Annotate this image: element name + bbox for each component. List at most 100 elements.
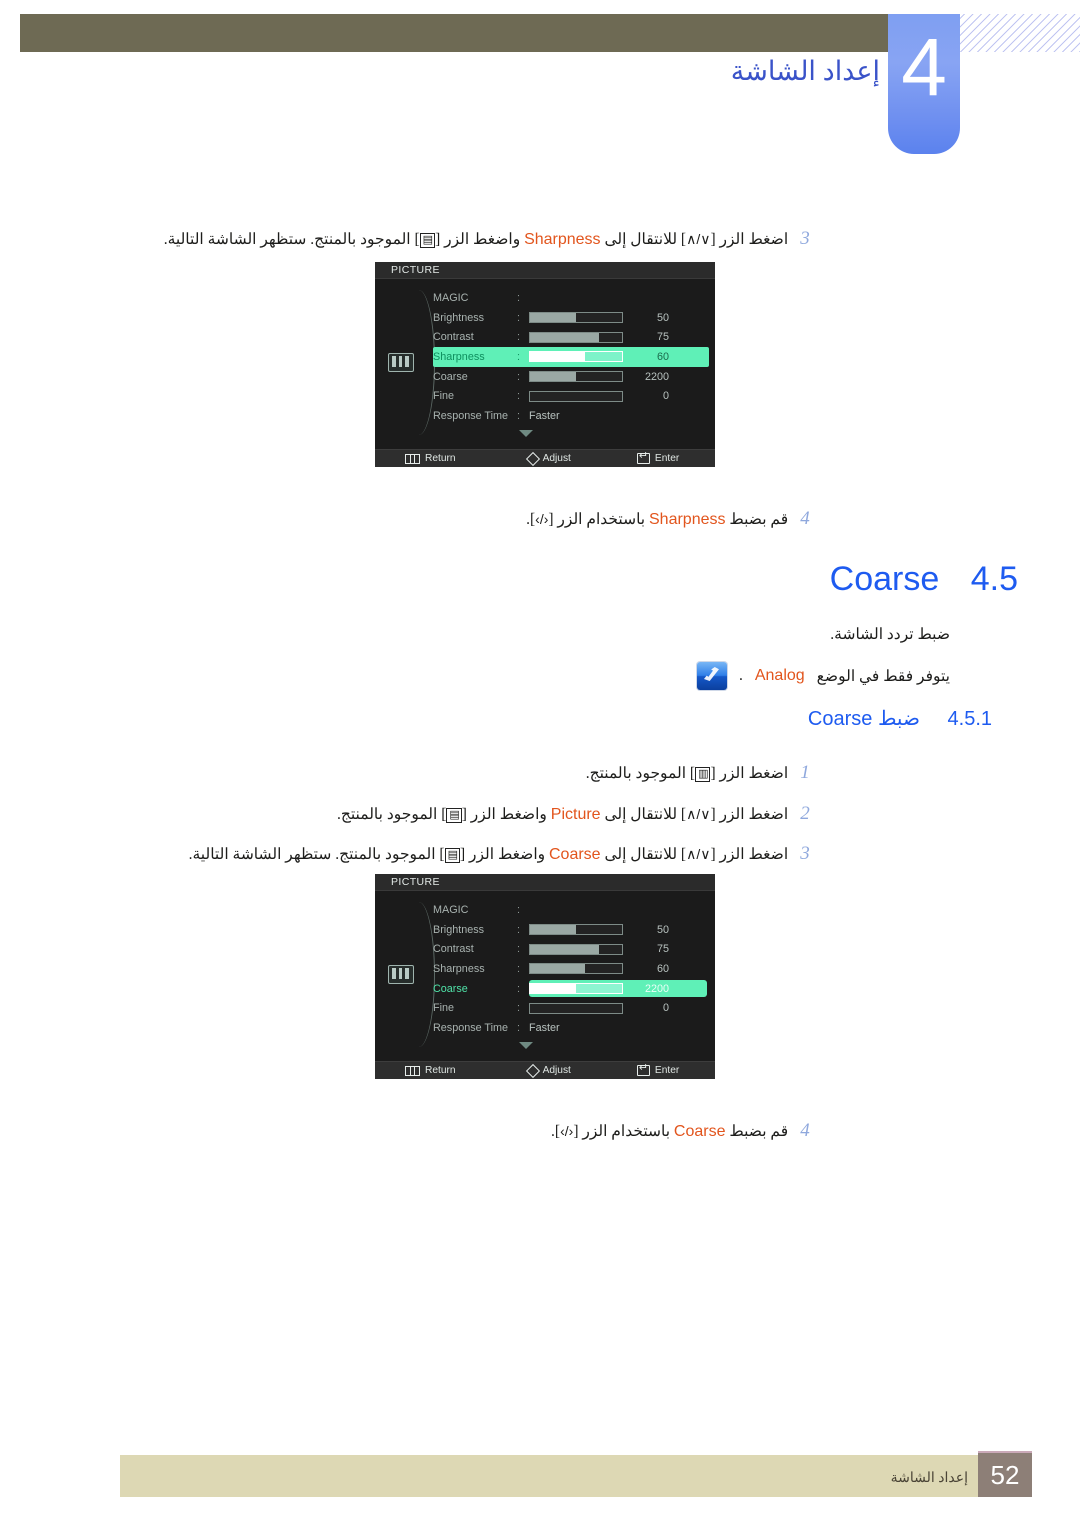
osd-footer-enter[interactable]: Enter	[636, 1062, 680, 1076]
scroll-down-arrow-icon[interactable]	[519, 1042, 533, 1049]
osd-row-label: Coarse	[433, 370, 468, 383]
osd-row[interactable]: Response Time : Faster	[433, 406, 709, 426]
step-sharpness-3: 3 اضغط الزر [∧/∨] للانتقال إلى Sharpness…	[164, 228, 818, 251]
osd-row[interactable]: Fine : 0	[433, 386, 709, 406]
osd-row-selected-sharpness[interactable]: Sharpness : 60	[433, 347, 709, 367]
section-heading-coarse-adjust: 4.5.1 ضبط Coarse	[808, 706, 992, 731]
osd-row-value: 0	[662, 390, 669, 403]
footer-band	[120, 1455, 1000, 1497]
osd-row[interactable]: MAGIC :	[433, 288, 709, 308]
step-text-d: ] الموجود بالمنتج. ستظهر الشاشة التالية.	[188, 846, 445, 863]
step-number: 1	[800, 762, 810, 783]
enter-button-glyph: ▤	[446, 808, 462, 823]
subsection-number: 4.5.1	[947, 708, 992, 730]
button-updown-glyph: ∧/∨	[686, 806, 711, 822]
osd-slider[interactable]	[529, 983, 623, 995]
osd-row[interactable]: Coarse : 2200	[433, 367, 709, 387]
osd-row-colon: :	[517, 291, 520, 304]
step-text-c: ].	[526, 511, 536, 528]
step-text-c: واضغط الزر [	[435, 231, 521, 248]
osd-row-colon: :	[517, 982, 520, 995]
button-updown-glyph: ∧/∨	[686, 846, 711, 862]
osd-slider[interactable]	[529, 312, 623, 324]
osd-row-colon: :	[517, 903, 520, 916]
step-text-d: ] الموجود بالمنتج. ستظهر الشاشة التالية.	[163, 231, 420, 248]
osd-row[interactable]: Response Time : Faster	[433, 1018, 709, 1038]
footer-chapter-label: إعداد الشاشة	[890, 1471, 968, 1486]
osd-row-selected-coarse[interactable]: Coarse : 2200	[433, 979, 709, 999]
step-text-a: اضغط الزر [	[710, 765, 789, 782]
osd-row-value: 75	[656, 331, 669, 344]
section-description: ضبط تردد الشاشة.	[830, 626, 950, 643]
osd-row[interactable]: Brightness : 50	[433, 308, 709, 328]
step-text-a: قم بضبط	[729, 511, 789, 528]
osd-row-label: Contrast	[433, 943, 474, 956]
osd-row[interactable]: Contrast : 75	[433, 939, 709, 959]
header-hatch-decoration	[960, 14, 1080, 52]
osd-slider[interactable]	[529, 331, 623, 343]
osd-row-value: 2200	[644, 982, 669, 995]
section-number: 4.5	[970, 560, 1018, 598]
osd-row-value: Faster	[529, 409, 560, 422]
step-text-d: ] الموجود بالمنتج.	[337, 806, 447, 823]
osd-row-label: Coarse	[433, 982, 468, 995]
osd-footer-enter-label: Enter	[654, 1065, 680, 1076]
osd-slider[interactable]	[529, 924, 623, 936]
osd-footer-return-label: Return	[425, 453, 456, 464]
osd-row-value: 50	[656, 311, 669, 324]
osd-row-label: MAGIC	[433, 903, 469, 916]
osd-slider[interactable]	[529, 1002, 623, 1014]
osd-footer-enter[interactable]: Enter	[636, 450, 679, 464]
osd-footer-adjust[interactable]: Adjust	[525, 1063, 571, 1078]
osd-row-value: 0	[662, 1002, 669, 1015]
scroll-down-arrow-icon[interactable]	[519, 430, 533, 437]
osd-slider[interactable]	[529, 963, 623, 975]
osd-slider[interactable]	[529, 943, 623, 955]
keyword-coarse: Coarse	[548, 846, 601, 863]
osd-curve-decoration	[409, 902, 435, 1047]
osd-footer-adjust[interactable]: Adjust	[525, 451, 571, 466]
step-text-b: ] للانتقال إلى	[604, 806, 687, 823]
osd-slider[interactable]	[529, 351, 623, 363]
section-title: Coarse	[829, 560, 940, 598]
page-title: إعداد الشاشة	[730, 56, 880, 86]
osd-picture-menu-sharpness: PICTURE MAGIC : Brightness : 50 Contrast…	[375, 262, 715, 467]
osd-row[interactable]: Sharpness : 60	[433, 959, 709, 979]
osd-row-value: 2200	[644, 370, 669, 383]
osd-footer-return[interactable]: Return	[405, 1065, 456, 1076]
osd-row[interactable]: Contrast : 75	[433, 327, 709, 347]
osd-slider[interactable]	[529, 371, 623, 383]
step-number: 3	[800, 843, 810, 864]
osd-row-colon: :	[517, 409, 520, 422]
osd-row-label: Brightness	[433, 311, 485, 324]
osd-row[interactable]: Brightness : 50	[433, 920, 709, 940]
enter-icon	[636, 1062, 650, 1076]
note-pen-icon	[696, 662, 727, 690]
osd-row-label: Sharpness	[433, 350, 485, 363]
osd-footer-return[interactable]: Return	[405, 453, 456, 464]
osd-title: PICTURE	[375, 874, 715, 891]
keyword-sharpness: Sharpness	[524, 231, 601, 248]
note-text-b: .	[738, 667, 743, 684]
osd-row[interactable]: Fine : 0	[433, 998, 709, 1018]
osd-row-colon: :	[517, 1021, 520, 1034]
diamond-icon	[525, 451, 540, 466]
osd-row-label: Response Time	[433, 409, 509, 422]
osd-row[interactable]: MAGIC :	[433, 900, 709, 920]
osd-row-value: 60	[656, 350, 669, 363]
osd-picture-menu-coarse: PICTURE MAGIC : Brightness : 50 Contrast…	[375, 874, 715, 1079]
section-heading-coarse: 4.5 Coarse	[830, 560, 1018, 599]
button-updown-glyph: ∧/∨	[686, 231, 711, 247]
step-text-c: واضغط الزر [	[459, 846, 546, 863]
step-text-b: باستخدام الزر [	[573, 1123, 671, 1140]
osd-footer-adjust-label: Adjust	[542, 453, 571, 464]
enter-button-glyph: ▤	[444, 848, 460, 863]
osd-row-colon: :	[517, 390, 520, 403]
osd-slider[interactable]	[529, 390, 623, 402]
note-analog-only: يتوفر فقط في الوضع Analog .	[696, 662, 950, 690]
step-text-b: ] الموجود بالمنتج.	[585, 765, 696, 782]
osd-row-value: 75	[656, 943, 669, 956]
osd-row-colon: :	[517, 370, 520, 383]
menu-button-glyph: ▥	[695, 767, 711, 782]
diamond-icon	[525, 1063, 540, 1078]
